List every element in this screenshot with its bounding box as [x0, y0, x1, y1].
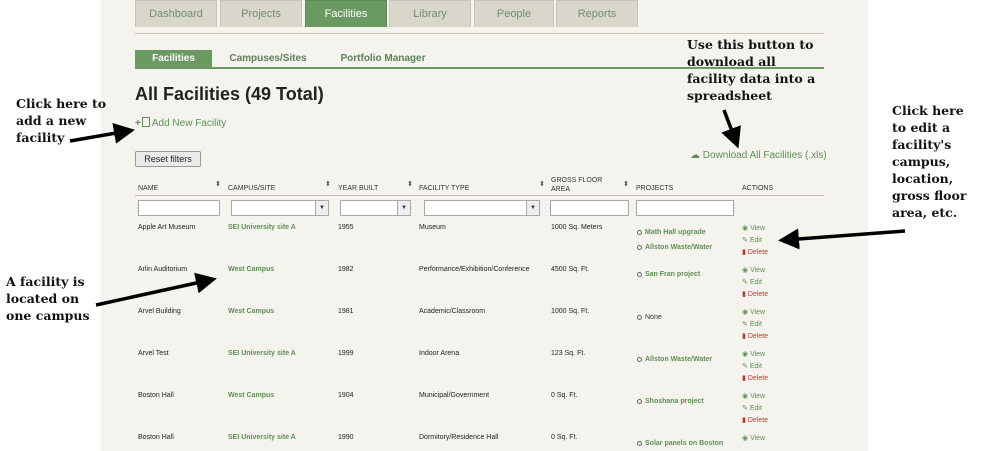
arrow-download	[721, 109, 741, 149]
annotation-arrows	[69, 109, 906, 307]
arrow-campus	[95, 272, 217, 307]
arrow-edit	[778, 228, 906, 250]
arrow-add	[69, 123, 135, 144]
